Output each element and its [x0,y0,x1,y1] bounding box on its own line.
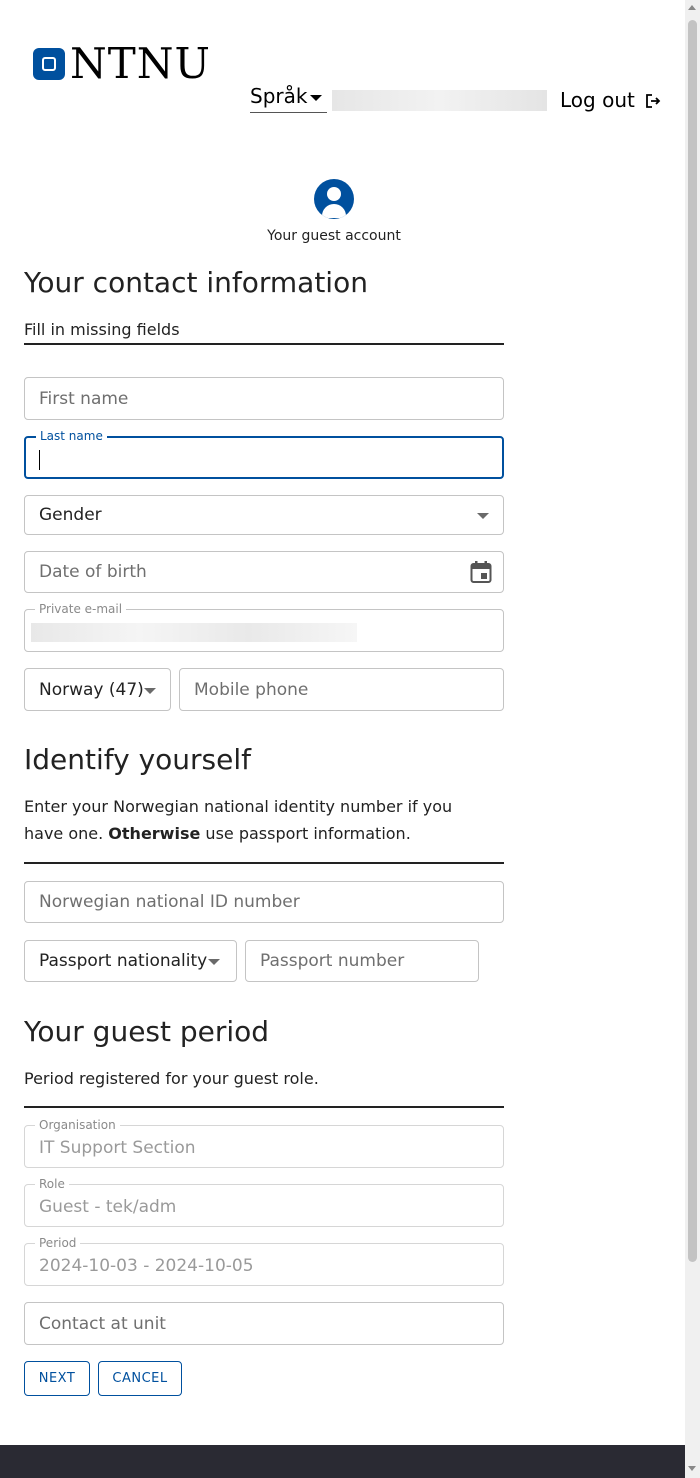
period-section-title: Your guest period [24,1015,270,1048]
logout-icon [645,90,661,114]
calendar-icon[interactable] [470,560,492,588]
identify-desc-bold: Otherwise [108,824,201,843]
identify-section-title: Identify yourself [24,743,252,776]
role-value: Guest - tek/adm [39,1197,177,1217]
contact-section-subtitle: Fill in missing fields [24,320,180,339]
scroll-up-arrow-icon[interactable] [688,5,696,10]
identify-section-description: Enter your Norwegian national identity n… [24,793,494,847]
last-name-label: Last name [36,429,107,443]
dob-placeholder: Date of birth [39,562,147,582]
logout-label: Log out [560,88,635,112]
scroll-down-arrow-icon[interactable] [688,1466,696,1471]
contact-section-title: Your contact information [24,266,368,299]
private-email-label: Private e-mail [35,602,127,616]
mobile-phone-placeholder: Mobile phone [194,679,309,700]
passport-nationality-value: Passport nationality [39,951,208,971]
country-code-select[interactable]: Norway (47) [24,668,171,711]
passport-nationality-select[interactable]: Passport nationality [24,940,237,982]
contact-at-unit-field[interactable]: Contact at unit [24,1302,504,1345]
first-name-field[interactable]: First name [24,377,504,420]
section-divider [24,1106,504,1108]
role-label: Role [35,1177,69,1191]
email-value-redacted [31,623,357,642]
chevron-down-icon [477,513,489,519]
private-email-field[interactable]: Private e-mail [24,602,504,652]
account-avatar-icon [314,179,354,219]
user-name-redacted [332,90,547,111]
page-footer [0,1445,685,1478]
first-name-placeholder: First name [39,388,129,409]
national-id-field[interactable]: Norwegian national ID number [24,881,504,923]
last-name-field[interactable]: Last name [24,429,504,479]
mobile-phone-field[interactable]: Mobile phone [179,668,504,711]
guest-account-label: Your guest account [267,228,401,244]
section-divider [24,343,504,345]
language-label: Språk [250,84,308,108]
passport-number-placeholder: Passport number [260,951,405,971]
national-id-placeholder: Norwegian national ID number [39,892,300,912]
period-section-description: Period registered for your guest role. [24,1069,319,1088]
organisation-value: IT Support Section [39,1138,196,1158]
organisation-field: Organisation IT Support Section [24,1118,504,1168]
country-code-value: Norway (47) [39,679,144,700]
chevron-down-icon [208,959,220,965]
contact-at-unit-placeholder: Contact at unit [39,1313,166,1334]
scrollbar-thumb[interactable] [688,20,697,1262]
ntnu-logo-text: NTNU [70,39,211,88]
gender-value: Gender [39,505,102,525]
period-label: Period [35,1236,81,1250]
passport-number-field[interactable]: Passport number [245,940,479,982]
text-cursor [39,450,40,470]
section-divider [24,862,504,864]
organisation-label: Organisation [35,1118,120,1132]
chevron-down-icon [310,94,323,101]
ntnu-logo-mark [33,48,65,80]
period-field: Period 2024-10-03 - 2024-10-05 [24,1236,504,1286]
cancel-button[interactable]: CANCEL [98,1361,182,1396]
language-selector[interactable]: Språk [250,84,327,113]
period-value: 2024-10-03 - 2024-10-05 [39,1256,254,1276]
chevron-down-icon [144,688,156,694]
next-button[interactable]: NEXT [24,1361,90,1396]
role-field: Role Guest - tek/adm [24,1177,504,1227]
date-of-birth-field[interactable]: Date of birth [24,551,504,593]
gender-select[interactable]: Gender [24,495,504,535]
identify-desc-part2: use passport information. [205,824,411,843]
logout-link[interactable]: Log out [560,88,661,114]
